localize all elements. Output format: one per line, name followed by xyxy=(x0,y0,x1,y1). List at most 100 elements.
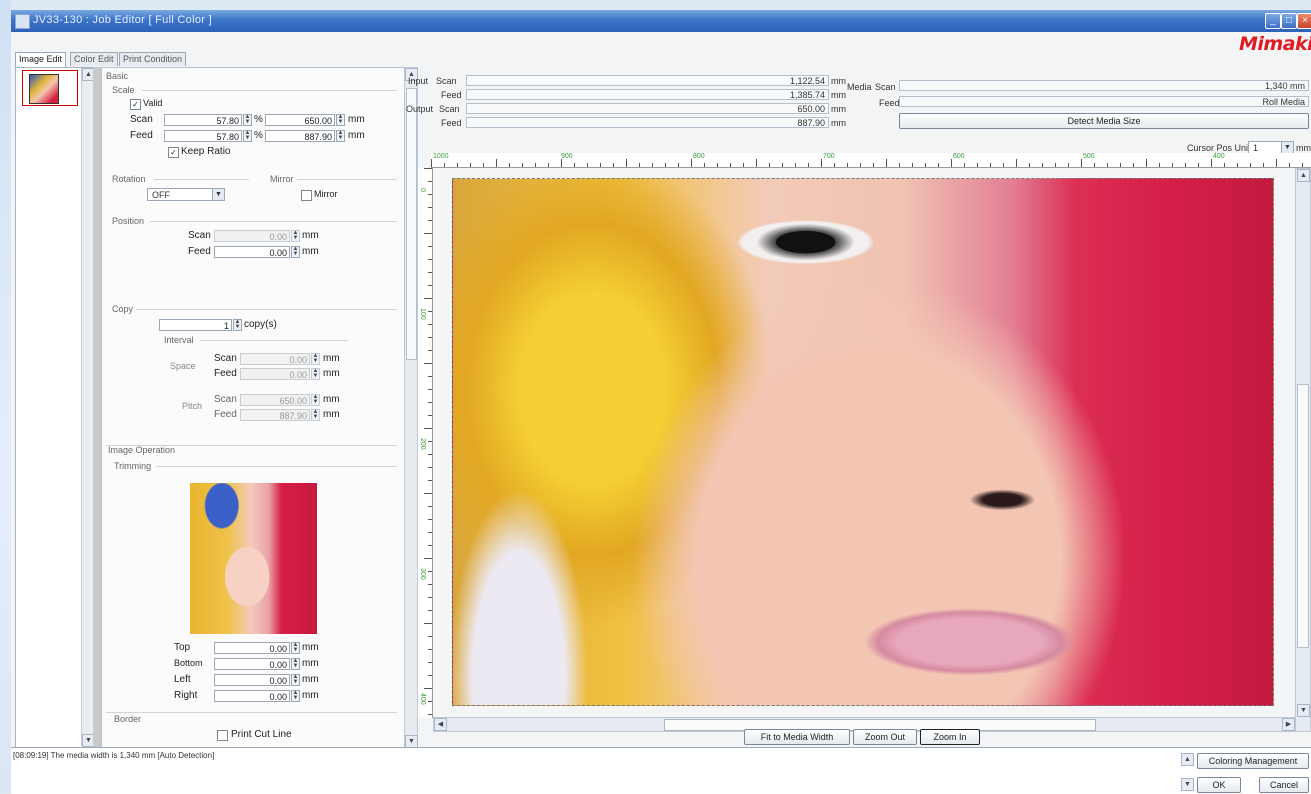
ruler-tick xyxy=(951,159,952,167)
detect-media-size-button[interactable]: Detect Media Size xyxy=(899,113,1309,129)
position-divider xyxy=(150,221,397,222)
mirror-option-label: Mirror xyxy=(314,189,338,199)
scale-scan-percent-spinner[interactable]: ▲ ▼ xyxy=(243,114,252,126)
pitch-scan-input[interactable]: 650.00 xyxy=(240,394,310,406)
print-cut-line-checkbox[interactable] xyxy=(217,730,228,741)
ruler-tick xyxy=(1224,163,1225,167)
thumbnail-panel: ▲ ▼ xyxy=(15,67,95,749)
scale-valid-checkbox[interactable]: ✓ xyxy=(130,99,141,110)
maximize-button[interactable]: □ xyxy=(1281,13,1297,29)
ruler-label: 600 xyxy=(953,153,965,160)
position-scan-spinner[interactable]: ▲ ▼ xyxy=(291,230,300,242)
scroll-left-icon[interactable]: ◀ xyxy=(434,718,447,731)
ruler-tick xyxy=(639,163,640,167)
trim-right-input[interactable]: 0.00 xyxy=(214,690,290,702)
ruler-tick xyxy=(886,159,887,167)
trim-top-input[interactable]: 0.00 xyxy=(214,642,290,654)
fit-to-media-width-button[interactable]: Fit to Media Width xyxy=(744,729,850,745)
print-image-preview[interactable] xyxy=(452,178,1274,706)
scroll-thumb[interactable] xyxy=(1297,384,1309,648)
mm-unit: mm xyxy=(302,246,319,257)
trimming-divider xyxy=(156,466,397,467)
tab-print-condition[interactable]: Print Condition xyxy=(119,52,187,66)
thumbnail-scrollbar[interactable]: ▲ ▼ xyxy=(81,68,95,747)
position-scan-input[interactable]: 0.00 xyxy=(214,230,290,242)
ruler-tick xyxy=(899,163,900,167)
space-scan-input[interactable]: 0.00 xyxy=(240,353,310,365)
trim-left-spinner[interactable]: ▲ ▼ xyxy=(291,674,300,686)
rotation-select[interactable]: OFF ▼ xyxy=(147,188,225,201)
zoom-in-button[interactable]: Zoom In xyxy=(920,729,980,745)
ruler-tick xyxy=(834,163,835,167)
ruler-tick xyxy=(626,159,627,167)
ruler-tick xyxy=(821,159,822,167)
position-feed-input[interactable]: 0.00 xyxy=(214,246,290,258)
scale-feed-label: Feed xyxy=(130,130,153,141)
coloring-management-button[interactable]: Coloring Management xyxy=(1197,753,1309,769)
space-feed-spinner[interactable]: ▲ ▼ xyxy=(311,368,320,380)
ruler-tick xyxy=(860,163,861,167)
trim-left-input[interactable]: 0.00 xyxy=(214,674,290,686)
ruler-tick xyxy=(428,415,432,416)
ruler-tick xyxy=(428,194,432,195)
panel-splitter[interactable] xyxy=(93,67,101,747)
scale-scan-mm-spinner[interactable]: ▲ ▼ xyxy=(336,114,345,126)
ruler-tick xyxy=(424,493,432,494)
trim-right-spinner[interactable]: ▲ ▼ xyxy=(291,690,300,702)
position-feed-spinner[interactable]: ▲ ▼ xyxy=(291,246,300,258)
tab-image-edit[interactable]: Image Edit xyxy=(15,52,67,67)
ok-button[interactable]: OK xyxy=(1197,777,1241,793)
scroll-down-icon[interactable]: ▼ xyxy=(1181,778,1194,791)
interval-divider xyxy=(200,340,348,341)
image-thumbnail[interactable] xyxy=(22,70,78,106)
output-scan-value: 650.00 xyxy=(466,103,829,114)
pitch-scan-spinner[interactable]: ▲ ▼ xyxy=(311,394,320,406)
ruler-tick xyxy=(1016,159,1017,167)
tab-color-edit[interactable]: Color Edit xyxy=(70,52,118,66)
scale-feed-mm-spinner[interactable]: ▲ ▼ xyxy=(336,130,345,142)
trimming-preview-image[interactable] xyxy=(190,483,317,634)
mm-unit: mm xyxy=(323,353,340,364)
status-area: [08:09:19] The media width is 1,340 mm [… xyxy=(11,747,1311,794)
copy-count-spinner[interactable]: ▲ ▼ xyxy=(233,319,242,331)
ruler-tick xyxy=(925,163,926,167)
chevron-down-icon: ▼ xyxy=(1281,142,1293,153)
pitch-feed-input[interactable]: 887.90 xyxy=(240,409,310,421)
cancel-button[interactable]: Cancel xyxy=(1259,777,1309,793)
copy-count-input[interactable]: 1 xyxy=(159,319,232,331)
scroll-down-icon[interactable]: ▼ xyxy=(1297,704,1310,717)
ruler-label: 100 xyxy=(419,308,426,320)
scroll-up-icon[interactable]: ▲ xyxy=(1297,169,1310,182)
close-button[interactable]: × xyxy=(1297,13,1311,29)
scale-scan-percent-input[interactable]: 57.80 xyxy=(164,114,242,126)
trim-top-spinner[interactable]: ▲ ▼ xyxy=(291,642,300,654)
trim-left-label: Left xyxy=(174,674,191,685)
scale-valid-label: Valid xyxy=(143,98,163,108)
canvas-vertical-scrollbar[interactable]: ▲ ▼ xyxy=(1295,168,1311,732)
trim-bottom-spinner[interactable]: ▲ ▼ xyxy=(291,658,300,670)
ruler-tick xyxy=(428,714,432,715)
ruler-tick xyxy=(424,168,432,169)
space-scan-spinner[interactable]: ▲ ▼ xyxy=(311,353,320,365)
scroll-up-icon[interactable]: ▲ xyxy=(1181,753,1194,766)
scroll-thumb[interactable] xyxy=(406,88,417,360)
scale-scan-mm-input[interactable]: 650.00 xyxy=(265,114,335,126)
trim-bottom-input[interactable]: 0.00 xyxy=(214,658,290,670)
scale-feed-percent-input[interactable]: 57.80 xyxy=(164,130,242,142)
desktop-background xyxy=(0,0,11,793)
ruler-tick xyxy=(1289,163,1290,167)
settings-scrollbar[interactable]: ▲ ▼ xyxy=(404,67,418,749)
keep-ratio-checkbox[interactable]: ✓ xyxy=(168,147,179,158)
space-feed-label: Feed xyxy=(214,368,237,379)
scale-feed-mm-input[interactable]: 887.90 xyxy=(265,130,335,142)
ruler-tick xyxy=(428,610,432,611)
minimize-button[interactable]: _ xyxy=(1265,13,1281,29)
mirror-checkbox[interactable] xyxy=(301,190,312,201)
space-feed-input[interactable]: 0.00 xyxy=(240,368,310,380)
scroll-right-icon[interactable]: ▶ xyxy=(1282,718,1295,731)
ruler-tick xyxy=(428,584,432,585)
scale-feed-percent-spinner[interactable]: ▲ ▼ xyxy=(243,130,252,142)
pitch-feed-spinner[interactable]: ▲ ▼ xyxy=(311,409,320,421)
zoom-out-button[interactable]: Zoom Out xyxy=(853,729,917,745)
image-canvas[interactable] xyxy=(433,168,1295,717)
